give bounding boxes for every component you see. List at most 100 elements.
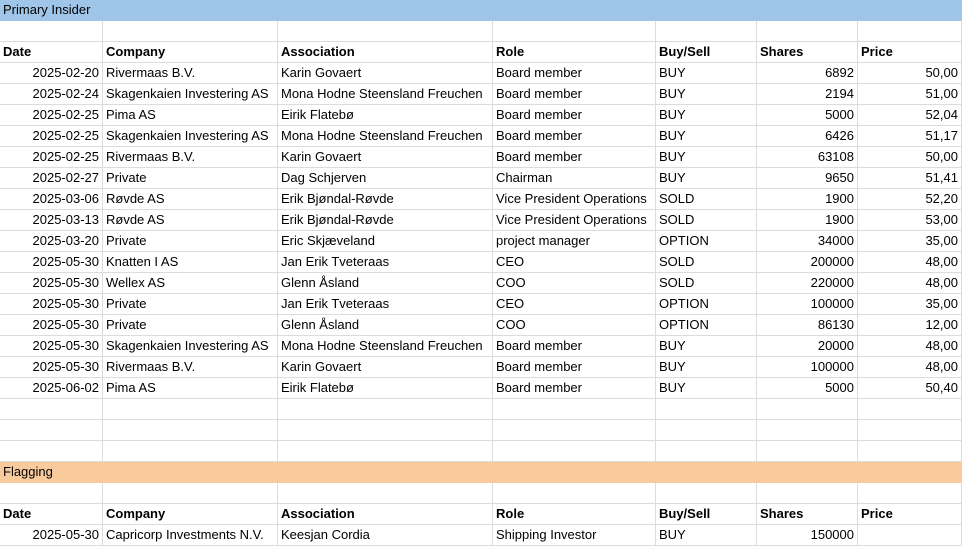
cell-date[interactable]: 2025-05-30 [0, 315, 103, 336]
cell-buy-sell[interactable]: BUY [656, 168, 757, 189]
cell[interactable] [858, 462, 962, 483]
cell-price[interactable]: 51,00 [858, 84, 962, 105]
cell-price[interactable] [858, 525, 962, 546]
cell[interactable] [0, 441, 103, 462]
cell-price[interactable]: 53,00 [858, 210, 962, 231]
cell-price[interactable]: 50,00 [858, 147, 962, 168]
cell[interactable] [0, 483, 103, 504]
cell-role[interactable]: Board member [493, 63, 656, 84]
cell-date[interactable]: 2025-02-25 [0, 147, 103, 168]
cell-shares[interactable]: 100000 [757, 357, 858, 378]
cell-association[interactable]: Karin Govaert [278, 147, 493, 168]
cell-shares[interactable]: 200000 [757, 252, 858, 273]
cell[interactable] [103, 399, 278, 420]
cell-shares[interactable]: 2194 [757, 84, 858, 105]
cell-date[interactable]: 2025-02-25 [0, 126, 103, 147]
cell-price[interactable]: 35,00 [858, 231, 962, 252]
cell[interactable] [757, 483, 858, 504]
cell-buy-sell[interactable]: OPTION [656, 315, 757, 336]
cell-company[interactable]: Skagenkaien Investering AS [103, 336, 278, 357]
cell-company[interactable]: Røvde AS [103, 210, 278, 231]
cell[interactable] [103, 441, 278, 462]
cell-company[interactable]: Rivermaas B.V. [103, 147, 278, 168]
cell-price[interactable]: 48,00 [858, 357, 962, 378]
cell-price[interactable]: 48,00 [858, 252, 962, 273]
header-shares[interactable]: Shares [757, 504, 858, 525]
cell-price[interactable]: 51,17 [858, 126, 962, 147]
header-association[interactable]: Association [278, 504, 493, 525]
cell-role[interactable]: Board member [493, 357, 656, 378]
cell[interactable] [858, 483, 962, 504]
cell-price[interactable]: 50,00 [858, 63, 962, 84]
header-buy-sell[interactable]: Buy/Sell [656, 504, 757, 525]
cell-role[interactable]: CEO [493, 294, 656, 315]
cell[interactable] [278, 483, 493, 504]
cell-date[interactable]: 2025-05-30 [0, 336, 103, 357]
cell-association[interactable]: Eirik Flatebø [278, 378, 493, 399]
cell[interactable] [493, 462, 656, 483]
cell[interactable] [103, 0, 278, 21]
cell-company[interactable]: Pima AS [103, 105, 278, 126]
cell[interactable] [656, 420, 757, 441]
cell-association[interactable]: Erik Bjøndal-Røvde [278, 210, 493, 231]
cell-date[interactable]: 2025-02-27 [0, 168, 103, 189]
cell-role[interactable]: COO [493, 315, 656, 336]
cell-company[interactable]: Rivermaas B.V. [103, 63, 278, 84]
cell-association[interactable]: Dag Schjerven [278, 168, 493, 189]
cell-company[interactable]: Skagenkaien Investering AS [103, 126, 278, 147]
cell-buy-sell[interactable]: BUY [656, 378, 757, 399]
header-company[interactable]: Company [103, 42, 278, 63]
cell[interactable] [278, 441, 493, 462]
cell-role[interactable]: Vice President Operations [493, 210, 656, 231]
header-shares[interactable]: Shares [757, 42, 858, 63]
cell[interactable] [656, 483, 757, 504]
cell-date[interactable]: 2025-02-25 [0, 105, 103, 126]
cell-company[interactable]: Wellex AS [103, 273, 278, 294]
cell[interactable] [858, 399, 962, 420]
cell-price[interactable]: 48,00 [858, 336, 962, 357]
cell[interactable] [656, 399, 757, 420]
cell-buy-sell[interactable]: BUY [656, 105, 757, 126]
cell-date[interactable]: 2025-03-06 [0, 189, 103, 210]
cell-shares[interactable]: 6426 [757, 126, 858, 147]
cell[interactable] [493, 483, 656, 504]
cell-date[interactable]: 2025-05-30 [0, 294, 103, 315]
cell-company[interactable]: Rivermaas B.V. [103, 357, 278, 378]
cell-association[interactable]: Karin Govaert [278, 63, 493, 84]
cell[interactable] [0, 21, 103, 42]
cell-shares[interactable]: 63108 [757, 147, 858, 168]
cell[interactable] [757, 0, 858, 21]
cell-role[interactable]: Shipping Investor [493, 525, 656, 546]
cell[interactable] [656, 21, 757, 42]
cell-buy-sell[interactable]: BUY [656, 357, 757, 378]
cell-company[interactable]: Pima AS [103, 378, 278, 399]
cell-role[interactable]: Board member [493, 336, 656, 357]
cell-buy-sell[interactable]: SOLD [656, 189, 757, 210]
cell[interactable] [278, 21, 493, 42]
cell-shares[interactable]: 220000 [757, 273, 858, 294]
cell-company[interactable]: Capricorp Investments N.V. [103, 525, 278, 546]
cell[interactable] [757, 399, 858, 420]
header-buy-sell[interactable]: Buy/Sell [656, 42, 757, 63]
cell[interactable] [0, 399, 103, 420]
cell-shares[interactable]: 100000 [757, 294, 858, 315]
cell-buy-sell[interactable]: BUY [656, 336, 757, 357]
cell-shares[interactable]: 20000 [757, 336, 858, 357]
cell-company[interactable]: Røvde AS [103, 189, 278, 210]
cell-shares[interactable]: 1900 [757, 210, 858, 231]
cell[interactable] [103, 462, 278, 483]
cell-role[interactable]: Board member [493, 126, 656, 147]
cell-buy-sell[interactable]: SOLD [656, 252, 757, 273]
cell-association[interactable]: Mona Hodne Steensland Freuchen [278, 336, 493, 357]
cell-buy-sell[interactable]: BUY [656, 147, 757, 168]
header-role[interactable]: Role [493, 504, 656, 525]
cell-buy-sell[interactable]: OPTION [656, 231, 757, 252]
cell-price[interactable]: 12,00 [858, 315, 962, 336]
cell-role[interactable]: CEO [493, 252, 656, 273]
cell-association[interactable]: Erik Bjøndal-Røvde [278, 189, 493, 210]
cell-company[interactable]: Private [103, 315, 278, 336]
header-price[interactable]: Price [858, 42, 962, 63]
cell[interactable] [656, 441, 757, 462]
header-company[interactable]: Company [103, 504, 278, 525]
header-date[interactable]: Date [0, 42, 103, 63]
